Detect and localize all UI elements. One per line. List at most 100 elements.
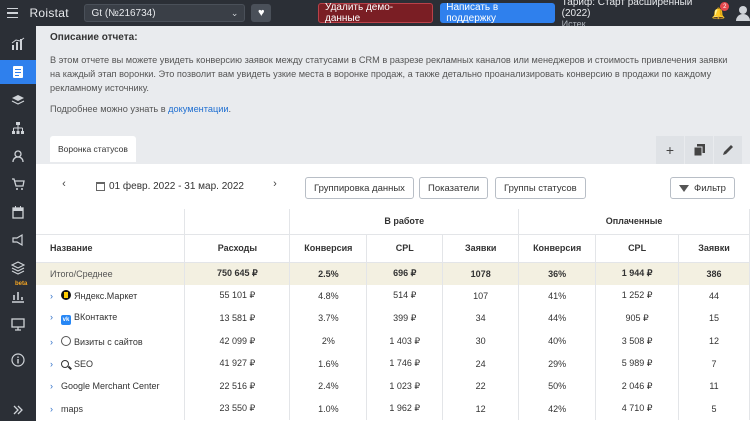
expand-row-icon[interactable]: › xyxy=(50,381,56,391)
user-icon[interactable] xyxy=(736,5,750,21)
favorite-button[interactable]: ♥ xyxy=(251,4,272,22)
top-bar: Roistat Gt (№216734) ⌄ ♥ Удалить демо-да… xyxy=(0,0,750,29)
row-name-cell: › Визиты с сайтов xyxy=(36,329,186,353)
table-cell: 12 xyxy=(678,329,750,353)
table-cell: 34 xyxy=(442,307,520,330)
expand-row-icon[interactable]: › xyxy=(50,312,56,322)
table-cell: 750 645 ₽ xyxy=(184,262,291,285)
column-header-leads-paid[interactable]: Заявки xyxy=(678,234,750,263)
info-icon[interactable] xyxy=(0,348,36,372)
tab-status-funnel[interactable]: Воронка статусов xyxy=(50,136,136,162)
column-header-cpl[interactable]: CPL xyxy=(366,234,444,263)
beta-label: beta xyxy=(15,281,28,287)
chevron-down-icon: ⌄ xyxy=(230,7,239,18)
table-cell: 107 xyxy=(442,284,520,308)
row-name: Google Merchant Center xyxy=(61,381,160,392)
reports-icon[interactable] xyxy=(0,60,36,84)
status-funnel-table: В работе Оплаченные Название Расходы Кон… xyxy=(36,209,750,421)
delete-demo-data-button[interactable]: Удалить демо-данные xyxy=(318,2,434,24)
table-cell: 23 550 ₽ xyxy=(184,397,291,421)
logo[interactable]: Roistat xyxy=(29,6,76,20)
filter-bar: ‹ 01 февр. 2022 - 31 мар. 2022 › Группир… xyxy=(36,164,750,208)
expand-row-icon[interactable]: › xyxy=(50,337,56,347)
cart-icon[interactable] xyxy=(0,172,36,196)
stack-icon[interactable] xyxy=(0,256,36,280)
expand-row-icon[interactable]: › xyxy=(50,291,56,301)
column-header-conversion[interactable]: Конверсия xyxy=(289,234,368,263)
table-row[interactable]: › vk ВКонтакте 13 581 ₽3.7% 399 ₽34 44% 905 ₽1… xyxy=(36,307,750,330)
table-cell: 13 581 ₽ xyxy=(184,307,291,330)
prev-period-button[interactable]: ‹ xyxy=(56,178,72,190)
table-row[interactable]: › Google Merchant Center 22 516 ₽2.4% 1 023… xyxy=(36,374,750,398)
table-cell: 44% xyxy=(518,307,597,330)
filter-button[interactable]: Фильтр xyxy=(670,177,735,199)
table-cell: 7 xyxy=(678,352,750,375)
table-cell: 55 101 ₽ xyxy=(184,284,291,308)
monitor-icon[interactable] xyxy=(0,312,36,336)
layers-icon[interactable] xyxy=(0,88,36,112)
column-header-cpl-paid[interactable]: CPL xyxy=(595,234,680,263)
column-header-name[interactable]: Название xyxy=(36,234,186,263)
row-name: ВКонтакте xyxy=(74,311,118,322)
table-cell: 41% xyxy=(518,284,597,308)
table-row[interactable]: › Визиты с сайтов 42 099 ₽2% 1 403 ₽30 40% 3 … xyxy=(36,329,750,353)
description-text: В этом отчете вы можете увидеть конверси… xyxy=(50,55,728,93)
table-cell: 24 xyxy=(442,352,520,375)
table-cell: 2.4% xyxy=(289,374,368,398)
table-cell: 15 xyxy=(678,307,750,330)
table-cell: 1 023 ₽ xyxy=(366,374,444,398)
table-cell: 1.0% xyxy=(289,397,368,421)
table-cell: 1 746 ₽ xyxy=(366,352,444,375)
row-name: Яндекс.Маркет xyxy=(74,291,138,302)
users-icon[interactable] xyxy=(0,144,36,168)
calendar-icon xyxy=(96,182,105,191)
column-header-conversion-paid[interactable]: Конверсия xyxy=(518,234,597,263)
table-cell: 5 xyxy=(678,397,750,421)
group-header-paid: Оплаченные xyxy=(518,209,750,235)
notifications-button[interactable]: 🔔 2 xyxy=(711,2,730,21)
report-content: ‹ 01 февр. 2022 - 31 мар. 2022 › Группир… xyxy=(36,164,750,421)
dashboard-icon[interactable] xyxy=(0,32,36,56)
table-row[interactable]: › SEO 41 927 ₽1.6% 1 746 ₽24 29% 5 989 ₽7 xyxy=(36,352,750,375)
expand-icon[interactable] xyxy=(0,398,36,421)
expand-row-icon[interactable]: › xyxy=(50,404,56,414)
sidebar: beta xyxy=(0,26,36,421)
menu-icon[interactable] xyxy=(0,0,25,26)
calendar-icon[interactable] xyxy=(0,200,36,224)
row-name-cell: › Яндекс.Маркет xyxy=(36,284,186,308)
add-report-button[interactable]: + xyxy=(656,136,684,164)
megaphone-icon[interactable] xyxy=(0,228,36,252)
column-header-leads[interactable]: Заявки xyxy=(442,234,520,263)
edit-report-button[interactable] xyxy=(714,136,742,164)
table-row[interactable]: › maps 23 550 ₽1.0% 1 962 ₽12 42% 4 710 ₽5 xyxy=(36,397,750,421)
table-cell: 1078 xyxy=(442,262,520,285)
table-row[interactable]: › Яндекс.Маркет 55 101 ₽4.8% 514 ₽107 41% 1 2… xyxy=(36,284,750,308)
table-cell: 1 252 ₽ xyxy=(595,284,680,308)
table-cell: 40% xyxy=(518,329,597,353)
pencil-icon xyxy=(723,145,733,155)
grouping-button[interactable]: Группировка данных xyxy=(305,177,414,199)
documentation-link[interactable]: документации xyxy=(168,104,228,114)
table-cell: 22 xyxy=(442,374,520,398)
column-header-expenses[interactable]: Расходы xyxy=(184,234,291,263)
project-select[interactable]: Gt (№216734) ⌄ xyxy=(84,4,246,22)
contact-support-button[interactable]: Написать в поддержку xyxy=(440,2,555,24)
date-range-picker[interactable]: 01 февр. 2022 - 31 мар. 2022 xyxy=(96,181,244,192)
copy-report-button[interactable] xyxy=(685,136,713,164)
expand-row-icon[interactable]: › xyxy=(50,359,56,369)
sitemap-icon[interactable] xyxy=(0,116,36,140)
table-cell: 1.6% xyxy=(289,352,368,375)
metrics-button[interactable]: Показатели xyxy=(419,177,489,199)
group-header-in-work: В работе xyxy=(289,209,520,235)
status-groups-button[interactable]: Группы статусов xyxy=(495,177,586,199)
table-cell: 22 516 ₽ xyxy=(184,374,291,398)
table-cell: 2.5% xyxy=(289,262,368,285)
totals-label: Итого/Среднее xyxy=(36,262,186,285)
table-cell: 30 xyxy=(442,329,520,353)
next-period-button[interactable]: › xyxy=(267,178,283,190)
table-cell: 12 xyxy=(442,397,520,421)
chart-beta-icon[interactable]: beta xyxy=(0,281,36,308)
row-name-cell: › maps xyxy=(36,397,186,421)
table-cell: 1 944 ₽ xyxy=(595,262,680,285)
notification-badge: 2 xyxy=(720,2,730,11)
